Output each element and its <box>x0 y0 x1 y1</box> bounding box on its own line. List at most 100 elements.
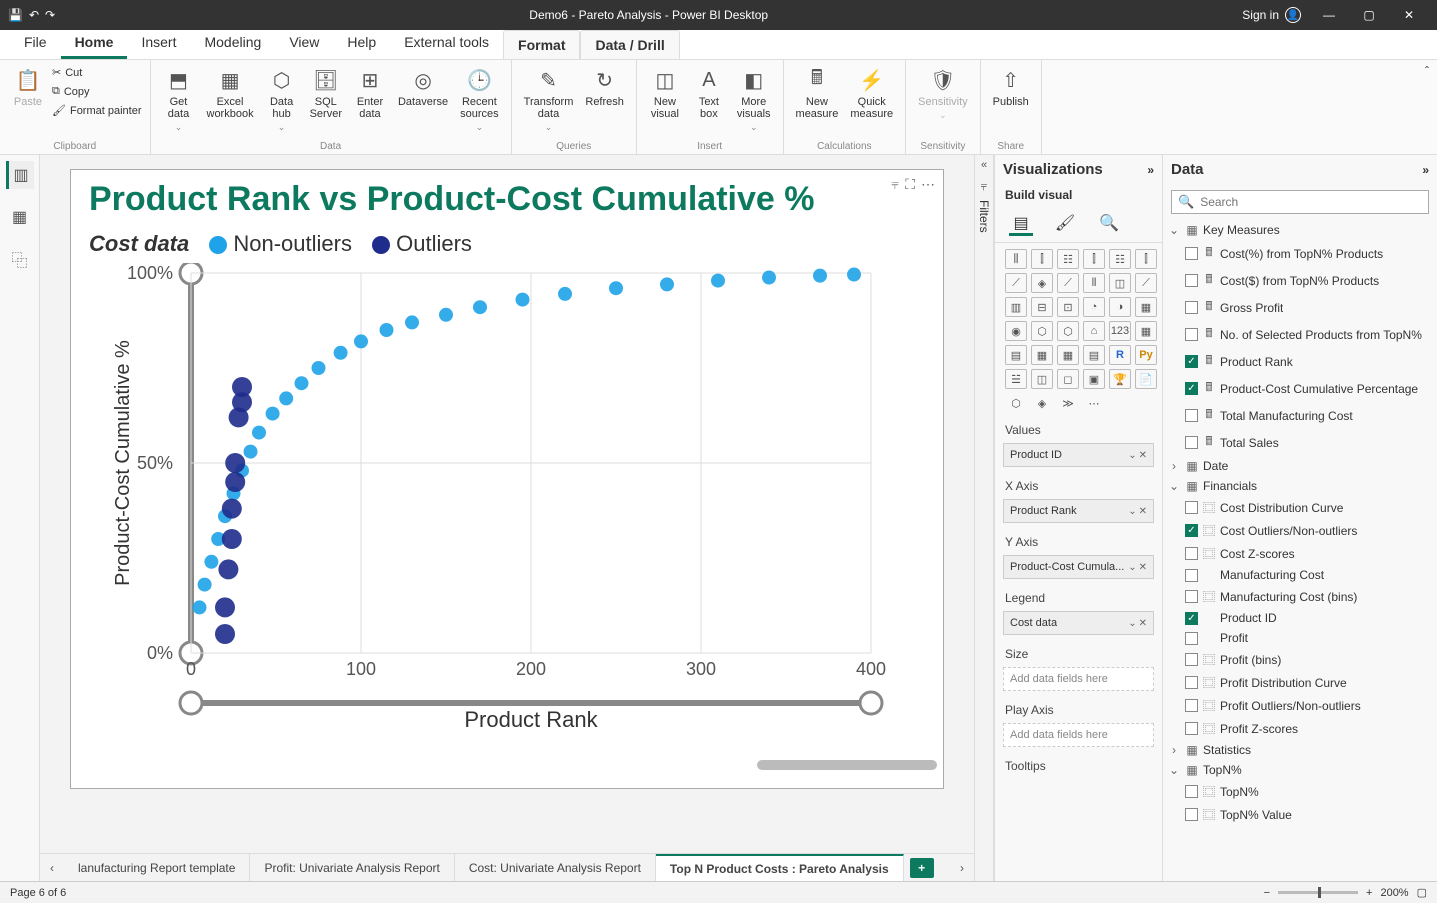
analytics-tab[interactable]: 🔍 <box>1097 212 1121 236</box>
visual-type-22[interactable]: 123 <box>1109 321 1131 341</box>
visual-type-39[interactable]: ⋯ <box>1083 393 1105 413</box>
filters-pane-collapsed[interactable]: « ⫧ Filters <box>974 155 994 881</box>
menu-tab-modeling[interactable]: Modeling <box>190 28 275 59</box>
remove-field-icon[interactable]: ✕ <box>1139 562 1147 573</box>
visual-type-12[interactable]: ▥ <box>1005 297 1027 317</box>
visual-type-2[interactable]: ☷ <box>1057 249 1079 269</box>
cut-button[interactable]: ✂Cut <box>52 64 142 81</box>
tree-item[interactable]: ✓🖩Product-Cost Cumulative Percentage <box>1163 375 1437 402</box>
collapse-data-icon[interactable]: » <box>1422 163 1429 177</box>
zoom-out-button[interactable]: − <box>1264 887 1270 899</box>
tree-item[interactable]: ⿴Profit Outliers/Non-outliers <box>1163 694 1437 717</box>
checkbox[interactable] <box>1185 436 1198 449</box>
sheet-tab[interactable]: Top N Product Costs : Pareto Analysis <box>656 854 904 881</box>
copy-button[interactable]: ⧉Copy <box>52 83 142 100</box>
close-button[interactable]: ✕ <box>1389 2 1429 28</box>
build-visual-tab[interactable]: ▤ <box>1009 212 1033 236</box>
visual-type-14[interactable]: ⊡ <box>1057 297 1079 317</box>
remove-field-icon[interactable]: ✕ <box>1139 618 1147 629</box>
remove-field-icon[interactable]: ✕ <box>1139 506 1147 517</box>
search-field[interactable]: 🔍 <box>1171 190 1429 214</box>
search-input[interactable] <box>1200 195 1422 209</box>
focus-mode-icon[interactable]: ⛶ <box>905 176 915 193</box>
well-values[interactable]: Product ID⌄✕ <box>1003 443 1154 467</box>
visual-type-4[interactable]: ☷ <box>1109 249 1131 269</box>
newmeas-button[interactable]: 🖩New measure <box>792 64 843 122</box>
recent-button[interactable]: 🕒Recent sources⌄ <box>456 64 503 135</box>
sql-button[interactable]: 🗄SQL Server <box>306 64 346 122</box>
save-icon[interactable]: 💾 <box>8 8 23 22</box>
visual-type-21[interactable]: ⌂ <box>1083 321 1105 341</box>
tree-item[interactable]: ✓🖩Product Rank <box>1163 348 1437 375</box>
textbox-button[interactable]: AText box <box>689 64 729 122</box>
visual-type-23[interactable]: ▦ <box>1135 321 1157 341</box>
checkbox[interactable] <box>1185 274 1198 287</box>
visual-type-36[interactable]: ⬡ <box>1005 393 1027 413</box>
newvis-button[interactable]: ◫New visual <box>645 64 685 122</box>
menu-tab-help[interactable]: Help <box>333 28 390 59</box>
chevron-down-icon[interactable]: ⌄ <box>1128 450 1136 461</box>
sheet-tab[interactable]: Profit: Univariate Analysis Report <box>250 854 454 881</box>
sheet-tab[interactable]: lanufacturing Report template <box>64 854 250 881</box>
checkbox[interactable] <box>1185 247 1198 260</box>
tree-item[interactable]: ⿴TopN% Value <box>1163 803 1437 826</box>
transform-button[interactable]: ✎Transform data⌄ <box>520 64 578 135</box>
format-painter-button[interactable]: 🖌Format painter <box>52 102 142 119</box>
visual-type-13[interactable]: ⊟ <box>1031 297 1053 317</box>
model-view-icon[interactable]: ⿻ <box>6 245 34 273</box>
filter-icon[interactable]: ⫧ <box>891 176 899 193</box>
getdata-button[interactable]: ⬒Get data⌄ <box>159 64 199 135</box>
data-view-icon[interactable]: ▦ <box>6 203 34 231</box>
checkbox[interactable] <box>1185 722 1198 735</box>
checkbox[interactable]: ✓ <box>1185 524 1198 537</box>
tree-item[interactable]: ⿴Cost Distribution Curve <box>1163 496 1437 519</box>
menu-tab-insert[interactable]: Insert <box>127 28 190 59</box>
fit-page-icon[interactable]: ▢ <box>1417 886 1427 899</box>
visual-type-27[interactable]: ▤ <box>1083 345 1105 365</box>
visual-type-32[interactable]: ◻ <box>1057 369 1079 389</box>
next-sheet-button[interactable]: › <box>950 861 974 875</box>
quick-button[interactable]: ⚡Quick measure <box>846 64 897 122</box>
collapse-vis-icon[interactable]: » <box>1147 163 1154 177</box>
tree-item[interactable]: Profit <box>1163 628 1437 648</box>
visual-type-26[interactable]: ▦ <box>1057 345 1079 365</box>
visual-type-1[interactable]: ⫿ <box>1031 249 1053 269</box>
expand-filters-icon[interactable]: « <box>981 159 987 171</box>
visual-type-33[interactable]: ▣ <box>1083 369 1105 389</box>
tree-item[interactable]: ⿴Profit Distribution Curve <box>1163 671 1437 694</box>
well-legend[interactable]: Cost data⌄✕ <box>1003 611 1154 635</box>
well-size[interactable]: Add data fields here <box>1003 667 1154 691</box>
visual-type-34[interactable]: 🏆 <box>1109 369 1131 389</box>
chevron-down-icon[interactable]: ⌄ <box>1128 506 1136 517</box>
publish-button[interactable]: ⇧Publish <box>989 64 1033 110</box>
visual-type-20[interactable]: ⬡ <box>1057 321 1079 341</box>
visual-type-9[interactable]: ⫴ <box>1083 273 1105 293</box>
menu-tab-datadrill[interactable]: Data / Drill <box>580 30 679 59</box>
tree-item[interactable]: ⿴Profit (bins) <box>1163 648 1437 671</box>
checkbox[interactable] <box>1185 547 1198 560</box>
checkbox[interactable] <box>1185 676 1198 689</box>
tree-item[interactable]: 🖩Gross Profit <box>1163 294 1437 321</box>
checkbox[interactable] <box>1185 590 1198 603</box>
visual-type-37[interactable]: ◈ <box>1031 393 1053 413</box>
tree-item[interactable]: ✓Product ID <box>1163 608 1437 628</box>
checkbox[interactable]: ✓ <box>1185 355 1198 368</box>
zoom-in-button[interactable]: + <box>1366 887 1372 899</box>
menu-tab-file[interactable]: File <box>10 28 61 59</box>
visual-type-17[interactable]: ▦ <box>1135 297 1157 317</box>
tree-group-statistics[interactable]: ›▦Statistics <box>1163 740 1437 760</box>
refresh-button[interactable]: ↻Refresh <box>581 64 628 110</box>
zoom-slider[interactable] <box>1278 891 1358 894</box>
tree-item[interactable]: ⿴Manufacturing Cost (bins) <box>1163 585 1437 608</box>
collapse-ribbon-icon[interactable]: ˆ <box>1425 64 1429 78</box>
checkbox[interactable] <box>1185 808 1198 821</box>
visual-type-16[interactable]: ◑ <box>1109 297 1131 317</box>
menu-tab-format[interactable]: Format <box>503 30 580 59</box>
visual-type-28[interactable]: R <box>1109 345 1131 365</box>
tree-item[interactable]: ⿴Profit Z-scores <box>1163 717 1437 740</box>
tree-item[interactable]: 🖩Total Manufacturing Cost <box>1163 402 1437 429</box>
checkbox[interactable] <box>1185 501 1198 514</box>
checkbox[interactable] <box>1185 785 1198 798</box>
checkbox[interactable] <box>1185 409 1198 422</box>
scatter-visual[interactable]: ⫧ ⛶ ⋯ Product Rank vs Product-Cost Cumul… <box>70 169 944 789</box>
